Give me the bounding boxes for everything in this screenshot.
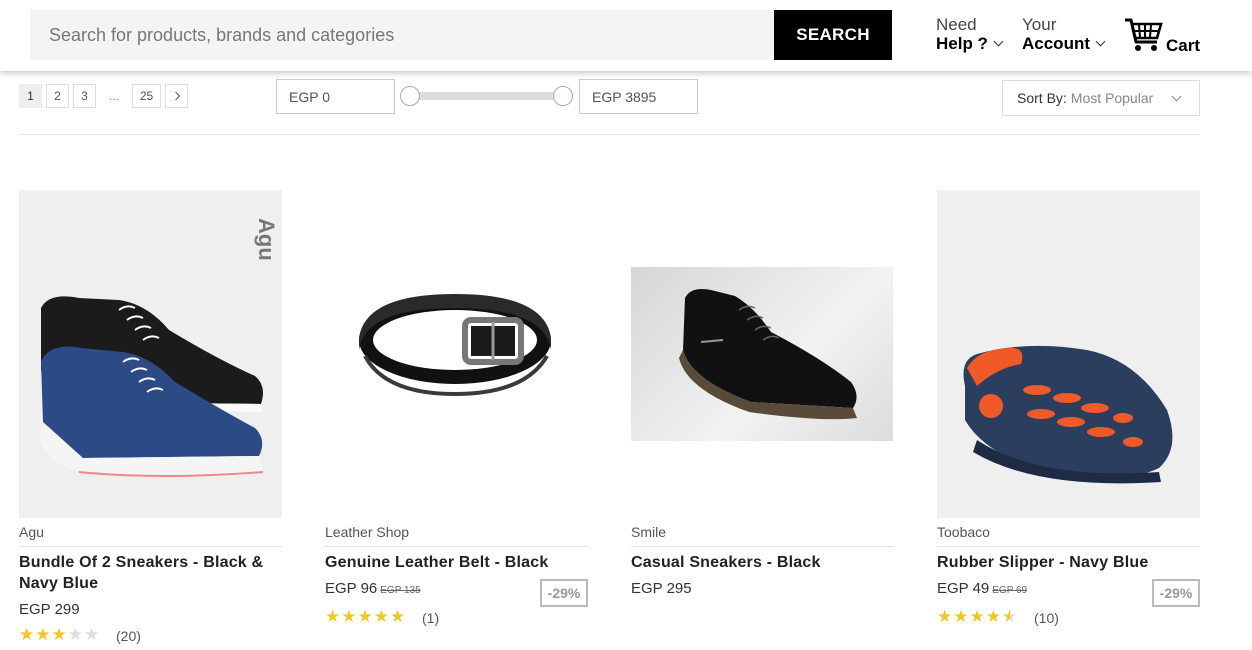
discount-badge: -29%: [1152, 579, 1200, 607]
product-card[interactable]: Smile Casual Sneakers - Black EGP 295: [631, 190, 894, 650]
help-menu-label: Help ?: [936, 34, 988, 53]
cart-label: Cart: [1166, 36, 1201, 55]
divider: [325, 546, 588, 547]
price-slider-max-handle[interactable]: [553, 86, 573, 106]
product-brand: Leather Shop: [325, 524, 410, 540]
account-menu-label: Account: [1022, 34, 1090, 53]
search-input[interactable]: [30, 10, 774, 60]
product-image[interactable]: [937, 190, 1200, 518]
sort-dropdown[interactable]: Sort By: Most Popular: [1002, 80, 1200, 116]
help-menu-bottom: Help ?: [936, 34, 1004, 53]
account-menu[interactable]: Your Account: [1022, 15, 1106, 53]
product-title[interactable]: Bundle Of 2 Sneakers - Black & Navy Blue: [19, 552, 269, 594]
search-bar: SEARCH: [30, 10, 892, 60]
divider: [19, 546, 282, 547]
page-3-button[interactable]: 3: [73, 84, 96, 108]
review-count: (20): [116, 628, 141, 644]
account-menu-bottom: Account: [1022, 34, 1106, 53]
rating-stars: ★★★★★: [325, 607, 407, 626]
product-price-value: EGP 96: [325, 580, 378, 597]
divider: [937, 546, 1200, 547]
chevron-down-icon: [1171, 91, 1182, 102]
help-menu[interactable]: Need Help ?: [936, 15, 1004, 53]
product-card[interactable]: Toobaco Rubber Slipper - Navy Blue EGP 4…: [937, 190, 1200, 650]
chevron-down-icon: [1095, 36, 1106, 47]
product-price: EGP 299: [19, 601, 80, 618]
chevron-down-icon: [993, 36, 1004, 47]
product-brand: Smile: [631, 524, 667, 540]
divider: [19, 134, 1200, 135]
product-image[interactable]: Agu: [19, 190, 282, 518]
product-card[interactable]: Agu Agu Bundle Of 2 Sneakers - Black & N…: [19, 190, 282, 650]
price-slider-track[interactable]: [408, 92, 566, 100]
product-card[interactable]: Leather Shop Genuine Leather Belt - Blac…: [325, 190, 588, 650]
product-price-value: EGP 49: [937, 580, 990, 597]
review-count: (10): [1034, 610, 1059, 626]
pagination: 1 2 3 ... 25: [19, 84, 188, 108]
price-max-input[interactable]: EGP 3895: [579, 79, 698, 114]
product-title[interactable]: Casual Sneakers - Black: [631, 552, 881, 573]
page-2-button[interactable]: 2: [46, 84, 69, 108]
search-button[interactable]: SEARCH: [774, 10, 892, 60]
product-old-price: EGP 69: [992, 585, 1028, 596]
review-count: (1): [422, 610, 440, 626]
page-ellipsis: ...: [100, 84, 128, 108]
casual-sneaker-image: [679, 289, 857, 420]
sort-value: Most Popular: [1070, 90, 1154, 106]
product-price: EGP 96 EGP 135: [325, 580, 421, 597]
page-1-button[interactable]: 1: [19, 84, 42, 108]
product-price: EGP 295: [631, 580, 692, 597]
product-image[interactable]: [631, 190, 894, 518]
cart-icon: [1125, 18, 1163, 51]
product-image[interactable]: [325, 190, 588, 518]
product-brand: Toobaco: [937, 524, 990, 540]
product-title[interactable]: Rubber Slipper - Navy Blue: [937, 552, 1187, 573]
sneakers-image: Agu: [39, 218, 279, 477]
price-min-input[interactable]: EGP 0: [276, 79, 395, 114]
next-page-button[interactable]: [165, 84, 188, 108]
rating-stars: ★★★★★: [19, 625, 101, 644]
belt-image: [359, 294, 551, 397]
product-brand: Agu: [19, 524, 44, 540]
sort-label: Sort By:: [1017, 90, 1067, 106]
divider: [631, 546, 894, 547]
slipper-image: [963, 345, 1173, 484]
page-25-button[interactable]: 25: [132, 84, 161, 108]
cart-button[interactable]: Cart: [1124, 16, 1204, 56]
discount-badge: -29%: [540, 579, 588, 607]
help-menu-top: Need: [936, 15, 977, 34]
svg-text:Agu: Agu: [254, 218, 279, 261]
price-slider-min-handle[interactable]: [400, 86, 420, 106]
account-menu-top: Your: [1022, 15, 1057, 34]
chevron-right-icon: [171, 91, 180, 101]
site-header: SEARCH Need Help ? Your Account Cart: [0, 0, 1252, 71]
rating-stars: ★★★★★: [937, 607, 1019, 626]
product-price: EGP 49 EGP 69: [937, 580, 1027, 597]
product-old-price: EGP 135: [380, 585, 421, 596]
product-title[interactable]: Genuine Leather Belt - Black: [325, 552, 575, 573]
